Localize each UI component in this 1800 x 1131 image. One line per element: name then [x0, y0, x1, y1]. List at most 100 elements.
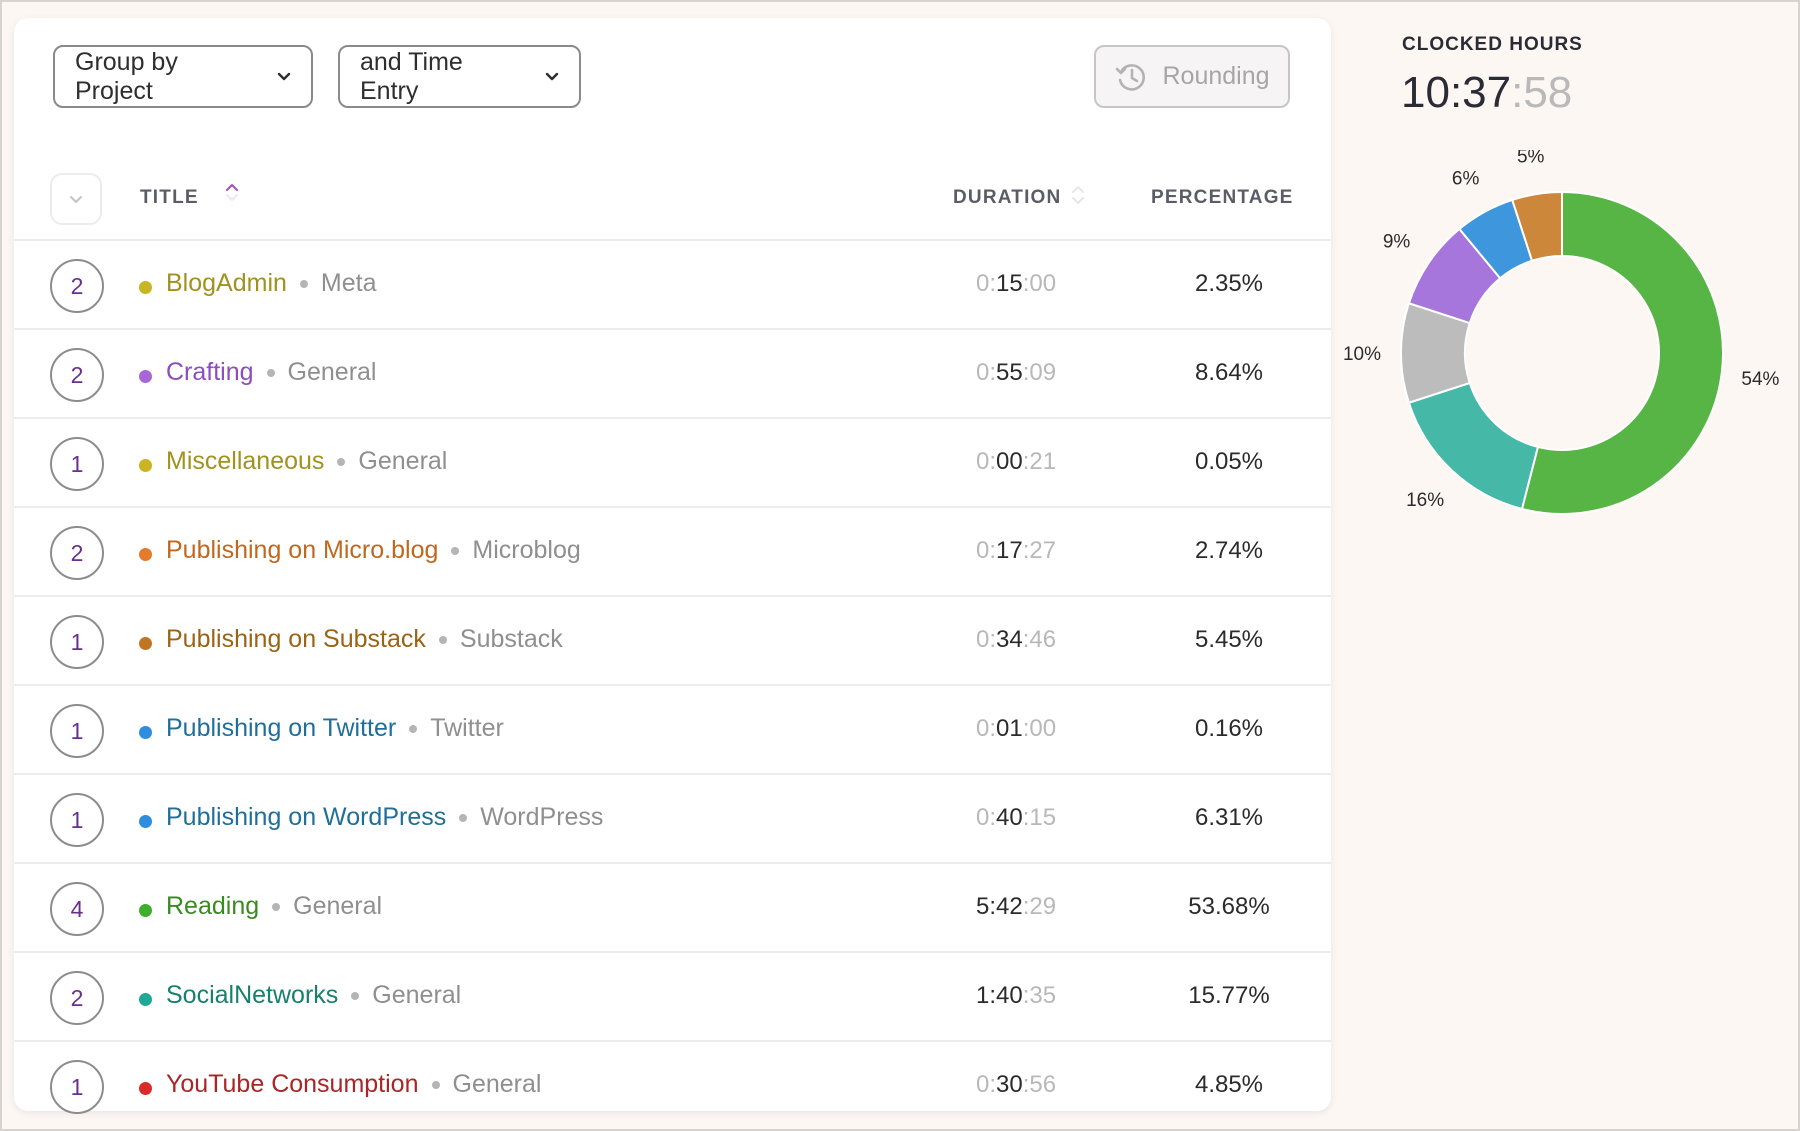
separator-dot [409, 724, 418, 733]
project-name[interactable]: Reading [166, 892, 259, 921]
entry-count-badge[interactable]: 1 [50, 1060, 104, 1114]
project-name[interactable]: BlogAdmin [166, 269, 287, 298]
project-name[interactable]: SocialNetworks [166, 981, 338, 1010]
project-color-dot [139, 370, 152, 383]
client-name: General [293, 892, 383, 920]
client-name: General [372, 981, 462, 1009]
entry-count-badge[interactable]: 1 [50, 615, 104, 669]
project-color-dot [139, 993, 152, 1006]
donut-slice-label: 54% [1741, 369, 1779, 390]
table-row[interactable]: 1 YouTube Consumption General 0:30:56 4.85% [14, 1042, 1331, 1131]
projects-donut-chart: 54% 16% 10% 9% 6% 5% [1343, 150, 1780, 515]
client-name: WordPress [480, 803, 604, 831]
project-name[interactable]: Crafting [166, 358, 254, 387]
entry-count-badge[interactable]: 2 [50, 526, 104, 580]
project-name[interactable]: YouTube Consumption [166, 1070, 419, 1099]
duration-hours: 0: [976, 804, 997, 831]
chevron-down-icon [277, 72, 291, 81]
history-clock-icon [1114, 60, 1148, 94]
table-row[interactable]: 1 Publishing on Twitter Twitter 0:01:00 0.16… [14, 686, 1331, 775]
table-row[interactable]: 2 Crafting General 0:55:09 8.64% [14, 330, 1331, 419]
project-name[interactable]: Publishing on WordPress [166, 803, 446, 832]
rounding-label: Rounding [1162, 62, 1270, 90]
rounding-button[interactable]: Rounding [1094, 45, 1290, 108]
project-color-dot [139, 637, 152, 650]
separator-dot [337, 457, 346, 466]
donut-slice-label: 9% [1383, 232, 1411, 253]
column-header-percentage[interactable]: PERCENTAGE [1151, 187, 1294, 209]
column-header-title[interactable]: TITLE [140, 187, 199, 209]
row-title: YouTube Consumption General [166, 1070, 541, 1099]
entry-count-badge[interactable]: 1 [50, 437, 104, 491]
table-row[interactable]: 2 Publishing on Micro.blog Microblog 0:17:2… [14, 508, 1331, 597]
duration-seconds: :15 [1022, 804, 1057, 831]
duration-minutes: 55 [996, 359, 1023, 386]
percentage-value: 0.05% [1194, 448, 1264, 475]
percentage-value: 15.77% [1188, 982, 1270, 1009]
project-name[interactable]: Miscellaneous [166, 447, 324, 476]
duration-minutes: 15 [996, 270, 1023, 297]
report-table-card: Group by Project and Time Entry Rounding [14, 18, 1331, 1114]
project-color-dot [139, 548, 152, 561]
entry-count-badge[interactable]: 2 [50, 348, 104, 402]
project-name[interactable]: Publishing on Substack [166, 625, 426, 654]
separator-dot [438, 635, 447, 644]
percentage-value: 0.16% [1194, 715, 1264, 742]
donut-slice-label: 16% [1406, 490, 1444, 511]
duration-hours: 0: [976, 537, 997, 564]
table-row[interactable]: 1 Publishing on Substack Substack 0:34:46 5.… [14, 597, 1331, 686]
then-by-dropdown[interactable]: and Time Entry [338, 45, 581, 108]
duration-minutes: 34 [996, 626, 1023, 653]
table-header: TITLE DURATION PERCENTAGE [14, 158, 1331, 241]
duration-hours: 0: [976, 1071, 997, 1098]
separator-dot [299, 279, 308, 288]
client-name: Substack [459, 625, 563, 653]
expand-all-toggle[interactable] [50, 173, 102, 225]
duration-value: 0:01:00 [976, 715, 1056, 743]
column-header-duration[interactable]: DURATION [953, 187, 1061, 209]
entry-count-badge[interactable]: 1 [50, 704, 104, 758]
row-title: Publishing on Twitter Twitter [166, 714, 504, 743]
table-row[interactable]: 1 Miscellaneous General 0:00:21 0.05% [14, 419, 1331, 508]
entry-count-badge[interactable]: 2 [50, 971, 104, 1025]
client-name: Twitter [430, 714, 504, 742]
table-body: 2 BlogAdmin Meta 0:15:00 2.35% 2 Crafting Gener… [14, 241, 1331, 1131]
duration-minutes: 17 [996, 537, 1023, 564]
row-title: Reading General [166, 892, 382, 921]
project-color-dot [139, 1082, 152, 1095]
duration-seconds: :00 [1022, 715, 1057, 742]
entry-count-badge[interactable]: 4 [50, 882, 104, 936]
duration-value: 0:15:00 [976, 270, 1056, 298]
percentage-value: 4.85% [1194, 1071, 1264, 1098]
duration-hours: 0: [976, 448, 997, 475]
chevron-down-icon [545, 72, 559, 81]
duration-value: 1:40:35 [976, 982, 1056, 1010]
project-name[interactable]: Publishing on Twitter [166, 714, 396, 743]
table-row[interactable]: 4 Reading General 5:42:29 53.68% [14, 864, 1331, 953]
donut-slice-label: 5% [1517, 150, 1545, 167]
separator-dot [451, 546, 460, 555]
table-row[interactable]: 2 BlogAdmin Meta 0:15:00 2.35% [14, 241, 1331, 330]
table-row[interactable]: 1 Publishing on WordPress WordPress 0:40:15… [14, 775, 1331, 864]
row-title: Miscellaneous General [166, 447, 447, 476]
entry-count-badge[interactable]: 2 [50, 259, 104, 313]
duration-hours: 0: [976, 270, 997, 297]
percentage-value: 53.68% [1188, 893, 1270, 920]
sort-icon[interactable] [1071, 184, 1085, 206]
entry-count-badge[interactable]: 1 [50, 793, 104, 847]
duration-hours: 5: [976, 893, 997, 920]
separator-dot [272, 902, 281, 911]
client-name: General [452, 1070, 542, 1098]
group-by-dropdown[interactable]: Group by Project [53, 45, 313, 108]
duration-seconds: :29 [1022, 893, 1057, 920]
duration-minutes: 42 [996, 893, 1023, 920]
duration-seconds: :56 [1022, 1071, 1057, 1098]
table-row[interactable]: 2 SocialNetworks General 1:40:35 15.77% [14, 953, 1331, 1042]
sort-ascending-icon[interactable] [225, 182, 239, 202]
project-name[interactable]: Publishing on Micro.blog [166, 536, 438, 565]
then-by-label: and Time Entry [360, 47, 463, 105]
duration-minutes: 00 [996, 448, 1023, 475]
duration-minutes: 30 [996, 1071, 1023, 1098]
separator-dot [351, 991, 360, 1000]
row-title: BlogAdmin Meta [166, 269, 377, 298]
